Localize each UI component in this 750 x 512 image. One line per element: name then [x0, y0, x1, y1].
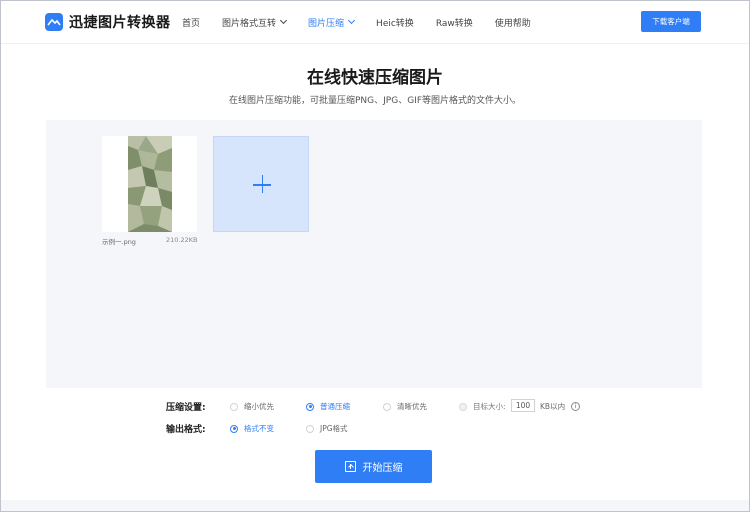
compress-icon [344, 461, 356, 472]
nav-label: 图片格式互转 [222, 18, 277, 29]
file-thumbnail-image [128, 136, 172, 232]
add-file-button[interactable] [213, 136, 309, 232]
nav-item-home[interactable]: 首页 [182, 16, 200, 29]
start-compress-label: 开始压缩 [362, 463, 403, 474]
nav-item-heic[interactable]: Heic转换 [376, 16, 414, 29]
nav-item-raw[interactable]: Raw转换 [436, 16, 473, 29]
download-client-button[interactable]: 下载客户端 [641, 11, 701, 32]
footer-strip [0, 500, 750, 512]
radio-icon [230, 424, 238, 433]
nav-item-help[interactable]: 使用帮助 [495, 16, 531, 29]
page-subtitle: 在线图片压缩功能，可批量压缩PNG、JPG、GIF等图片格式的文件大小。 [229, 96, 521, 106]
plus-icon [261, 175, 263, 193]
logo-icon [45, 13, 63, 31]
option-label: 目标大小: [473, 402, 506, 411]
nav-label: Heic转换 [376, 18, 414, 29]
option-label: 清晰优先 [397, 402, 427, 411]
upload-dropzone[interactable]: 示例一.png 210.22KB [46, 120, 702, 388]
option-label: 普通压缩 [320, 402, 350, 411]
output-format-label: 输出格式: [166, 425, 206, 435]
page-title: 在线快速压缩图片 [307, 68, 443, 88]
info-icon[interactable]: i [571, 402, 580, 411]
app-name: 迅捷图片转换器 [69, 15, 171, 31]
option-label: 格式不变 [244, 424, 274, 433]
nav-label: Raw转换 [435, 18, 473, 29]
radio-icon [459, 402, 467, 411]
chevron-down-icon [348, 16, 356, 25]
file-size: 210.22KB [166, 236, 198, 244]
target-size-input[interactable]: 100 [511, 399, 535, 412]
nav-item-image-compress[interactable]: 图片压缩 [308, 16, 356, 29]
app-logo[interactable]: 迅捷图片转换器 [45, 12, 171, 32]
option-label: 缩小优先 [244, 402, 274, 411]
radio-icon [306, 424, 314, 433]
file-thumbnail-card[interactable] [102, 136, 197, 232]
compress-option-smaller-first[interactable]: 缩小优先 [230, 401, 274, 412]
nav-label: 首页 [182, 18, 201, 29]
top-header: 迅捷图片转换器 首页 图片格式互转 图片压缩 Heic转换 Raw转换 使用帮助… [0, 0, 750, 44]
target-size-unit: KB以内 [540, 402, 566, 411]
chevron-down-icon [279, 16, 288, 25]
nav-item-format-convert[interactable]: 图片格式互转 [222, 16, 288, 29]
compress-option-target-size[interactable]: 目标大小: [459, 401, 506, 412]
file-name: 示例一.png [102, 238, 136, 246]
output-option-keep-format[interactable]: 格式不变 [230, 423, 274, 434]
option-label: JPG格式 [320, 424, 348, 433]
radio-icon [306, 402, 314, 411]
start-compress-button[interactable]: 开始压缩 [315, 450, 432, 483]
compress-option-clarity-first[interactable]: 清晰优先 [383, 401, 427, 412]
radio-icon [230, 402, 238, 411]
nav-label: 图片压缩 [308, 18, 345, 29]
main-nav: 首页 图片格式互转 图片压缩 Heic转换 Raw转换 使用帮助 [182, 0, 553, 44]
output-option-jpg[interactable]: JPG格式 [306, 423, 348, 434]
radio-icon [383, 402, 391, 411]
nav-label: 使用帮助 [494, 18, 531, 29]
compress-settings-label: 压缩设置: [166, 403, 206, 413]
compress-option-normal[interactable]: 普通压缩 [306, 401, 350, 412]
